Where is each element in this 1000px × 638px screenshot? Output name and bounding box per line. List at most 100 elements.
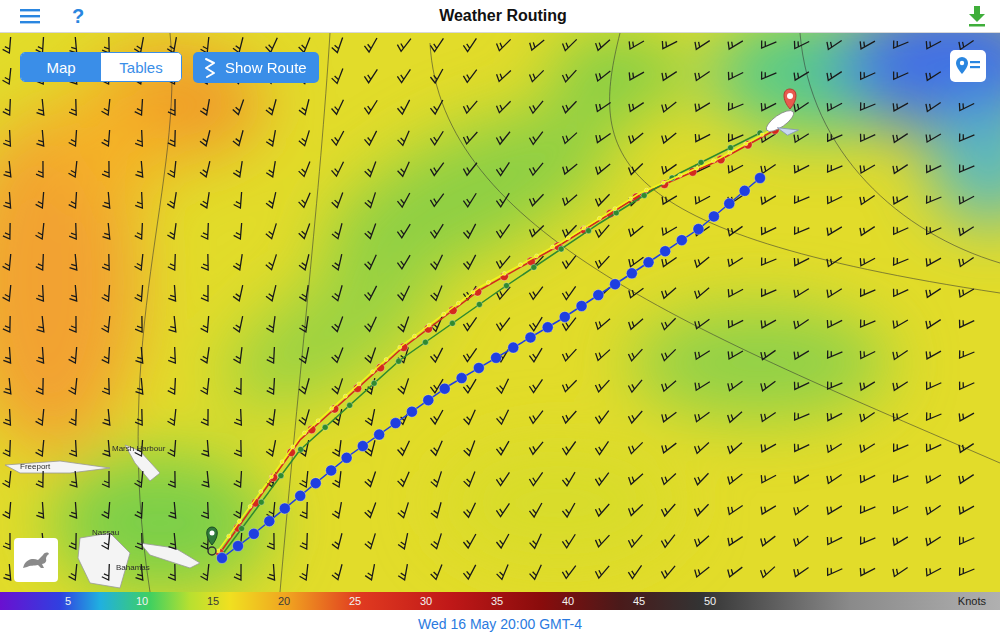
route-point[interactable] — [558, 246, 564, 252]
route-point[interactable] — [343, 394, 347, 398]
route-point[interactable] — [576, 300, 587, 311]
route-point[interactable] — [610, 279, 621, 290]
route-point[interactable] — [217, 553, 228, 564]
forecast-time[interactable]: Wed 16 May 20:00 GMT-4 — [418, 616, 582, 632]
route-line[interactable] — [218, 126, 778, 551]
route-point[interactable] — [486, 280, 490, 284]
route-point[interactable] — [439, 383, 450, 394]
route-point[interactable] — [291, 445, 295, 449]
route-point[interactable] — [374, 429, 385, 440]
route-point[interactable] — [644, 188, 648, 192]
route-point[interactable] — [593, 290, 604, 301]
route-point[interactable] — [502, 272, 506, 276]
route-point[interactable] — [398, 345, 402, 349]
route[interactable] — [216, 124, 780, 553]
route-point[interactable] — [744, 142, 748, 146]
route[interactable] — [217, 173, 766, 564]
route-point[interactable] — [406, 406, 417, 417]
route-list-button[interactable] — [950, 50, 986, 82]
route-point[interactable] — [442, 312, 446, 316]
route-point[interactable] — [551, 245, 555, 249]
route-point[interactable] — [712, 159, 716, 163]
route-point[interactable] — [259, 490, 263, 494]
route-point[interactable] — [500, 272, 508, 280]
route-point[interactable] — [660, 246, 671, 257]
route-point[interactable] — [412, 334, 416, 338]
route-point[interactable] — [676, 235, 687, 246]
route-point[interactable] — [264, 516, 275, 527]
wind-map[interactable]: FreeportMarsh HarbourNassauBahamas — [0, 33, 1000, 592]
speed-button[interactable] — [14, 538, 58, 582]
route-point[interactable] — [626, 268, 637, 279]
route-point[interactable] — [423, 395, 434, 406]
map[interactable]: FreeportMarsh HarbourNassauBahamasMapTab… — [0, 33, 1000, 592]
route-point[interactable] — [280, 460, 284, 464]
route-point[interactable] — [757, 130, 763, 136]
route-point[interactable] — [641, 192, 647, 198]
route-point[interactable] — [390, 418, 401, 429]
view-tab[interactable]: Map — [21, 53, 101, 81]
download-icon[interactable] — [968, 5, 986, 27]
route-point[interactable] — [476, 301, 482, 307]
route-point[interactable] — [728, 145, 734, 151]
route-point[interactable] — [708, 211, 719, 222]
route-point[interactable] — [248, 504, 252, 508]
route-point[interactable] — [542, 322, 553, 333]
route-point[interactable] — [582, 226, 586, 230]
route-point[interactable] — [613, 207, 617, 211]
route-point[interactable] — [269, 475, 273, 479]
route-point[interactable] — [371, 370, 375, 374]
boat-icon[interactable] — [763, 107, 803, 145]
route-point[interactable] — [724, 198, 735, 209]
start-pin-icon[interactable] — [207, 527, 218, 555]
route-point[interactable] — [384, 357, 388, 361]
route-point[interactable] — [661, 181, 665, 185]
route-point[interactable] — [295, 490, 306, 501]
route-point[interactable] — [427, 323, 431, 327]
route-point[interactable] — [357, 441, 368, 452]
route-point[interactable] — [422, 339, 428, 345]
route-line[interactable] — [222, 133, 760, 555]
route-point[interactable] — [693, 224, 704, 235]
route-point[interactable] — [678, 173, 682, 177]
route-point[interactable] — [559, 311, 570, 322]
help-button[interactable]: ? — [72, 5, 84, 28]
route-point[interactable] — [326, 465, 337, 476]
route-point[interactable] — [330, 406, 334, 410]
route-point[interactable] — [628, 197, 632, 201]
menu-icon[interactable] — [20, 8, 40, 24]
route-point[interactable] — [491, 352, 502, 363]
route-point[interactable] — [586, 228, 592, 234]
route-point[interactable] — [471, 290, 475, 294]
route-point[interactable] — [227, 534, 231, 538]
route-point[interactable] — [518, 263, 522, 267]
route-point[interactable] — [456, 301, 460, 305]
route-point[interactable] — [341, 452, 352, 463]
route-point[interactable] — [322, 424, 328, 430]
destination-pin-icon[interactable] — [784, 89, 796, 109]
route-point[interactable] — [456, 373, 467, 384]
route-point[interactable] — [508, 342, 519, 353]
route-point[interactable] — [237, 519, 241, 523]
route[interactable] — [216, 126, 779, 557]
route-point[interactable] — [248, 528, 259, 539]
route-point[interactable] — [278, 473, 284, 479]
route-point[interactable] — [503, 283, 509, 289]
route-point[interactable] — [347, 402, 353, 408]
route-point[interactable] — [316, 419, 320, 423]
route-point[interactable] — [695, 166, 699, 170]
route-point[interactable] — [310, 478, 321, 489]
route-point[interactable] — [473, 362, 484, 373]
route-point[interactable] — [298, 446, 304, 452]
route-point[interactable] — [279, 503, 290, 514]
route-point[interactable] — [232, 541, 243, 552]
route[interactable] — [219, 130, 763, 558]
route-point[interactable] — [396, 358, 402, 364]
route-point[interactable] — [239, 526, 245, 532]
view-tab[interactable]: Tables — [101, 53, 181, 81]
route-point[interactable] — [728, 151, 732, 155]
route-point[interactable] — [525, 332, 536, 343]
route-point[interactable] — [357, 382, 361, 386]
route-point[interactable] — [449, 320, 455, 326]
route-point[interactable] — [303, 431, 307, 435]
